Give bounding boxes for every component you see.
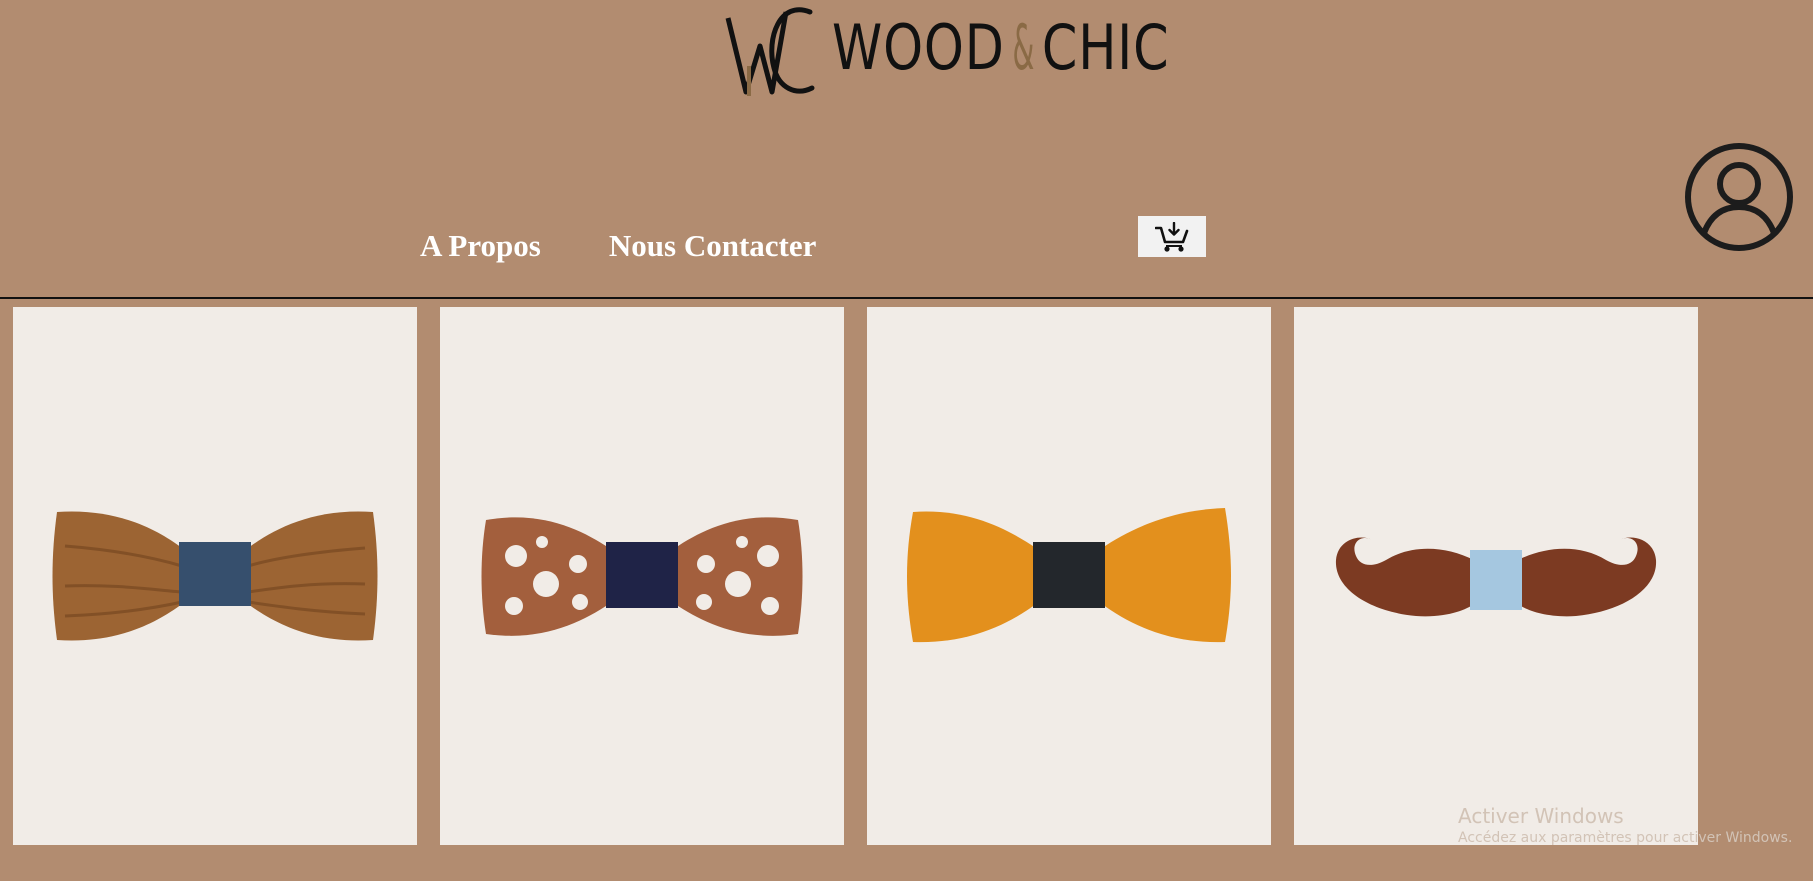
bow-tie-image	[907, 508, 1231, 643]
mustache-bow-tie-image	[1335, 537, 1657, 617]
nav-link-a-propos[interactable]: A Propos	[420, 228, 541, 264]
brand-wordmark: WOOD & CHIC	[832, 17, 1169, 79]
product-card[interactable]	[867, 307, 1271, 845]
filigree-bow-tie-image	[481, 517, 803, 636]
brand-ampersand: &	[1012, 11, 1035, 84]
product-card[interactable]	[1294, 307, 1698, 845]
watermark-subtitle: Accédez aux paramètres pour activer Wind…	[1458, 830, 1793, 846]
bow-tie-image	[52, 511, 378, 641]
wc-monogram-icon	[725, 7, 815, 96]
brand-name-left: WOOD	[832, 11, 1005, 84]
header-divider	[0, 297, 1813, 299]
nav-link-nous-contacter[interactable]: Nous Contacter	[609, 228, 817, 264]
windows-activation-watermark: Activer Windows Accédez aux paramètres p…	[1458, 803, 1792, 847]
user-circle-icon	[1685, 143, 1793, 251]
site-header: WOOD & CHIC A Propos Nous Contacter	[0, 0, 1813, 298]
cart-button[interactable]	[1138, 216, 1206, 257]
brand-logo[interactable]: WOOD & CHIC	[722, 0, 1244, 100]
account-button[interactable]	[1684, 142, 1794, 252]
product-card[interactable]	[13, 307, 417, 845]
watermark-title: Activer Windows	[1458, 804, 1624, 828]
brand-name-right: CHIC	[1041, 11, 1170, 84]
main-nav: A Propos Nous Contacter	[420, 228, 884, 264]
product-card[interactable]	[440, 307, 844, 845]
cart-download-icon	[1155, 221, 1189, 252]
